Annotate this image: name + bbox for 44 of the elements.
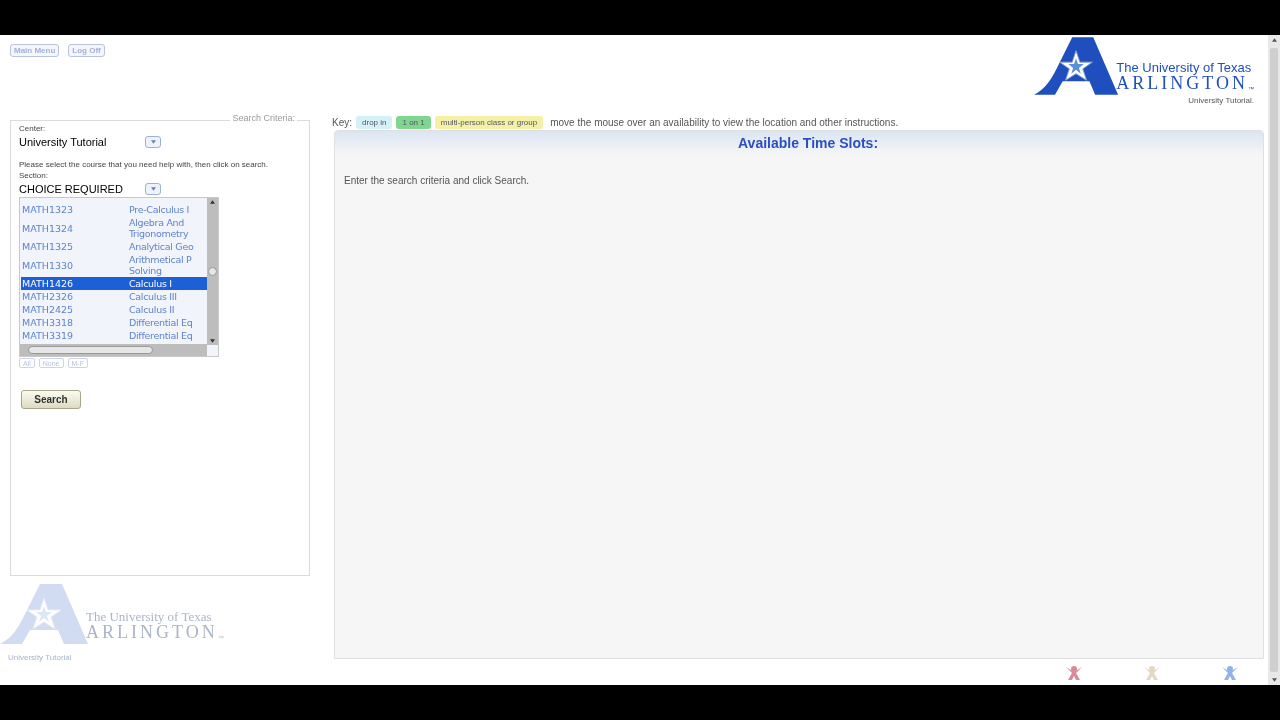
course-option[interactable]: MATH1325 Analytical Geo: [21, 240, 207, 253]
fieldset-legend: Search Criteria:: [230, 114, 297, 123]
legend-tag: drop in: [356, 115, 393, 129]
logo-title: The University of Texas: [86, 610, 213, 623]
center-select[interactable]: University Tutorial: [19, 134, 161, 150]
instructions-text: Please select the course that you need help with, then click on search.: [19, 160, 270, 169]
legend-tag: multi-person class or group: [434, 115, 544, 129]
dropdown-caret-icon: [145, 183, 161, 195]
logo-wordmark: ARLINGTON: [86, 623, 218, 641]
scroll-down-icon[interactable]: [1271, 678, 1277, 682]
logo-subtitle: University Tutorial.: [1188, 95, 1254, 107]
course-option[interactable]: MATH1426 Calculus I: [21, 277, 207, 290]
course-option[interactable]: MATH2425 Calculus II: [21, 303, 207, 316]
logo-title: The University of Texas: [1116, 61, 1253, 74]
course-listbox[interactable]: [19, 197, 219, 357]
scroll-thumb[interactable]: [208, 267, 217, 276]
section-select[interactable]: CHOICE REQUIRED: [19, 181, 161, 197]
key-hint: move the mouse over an availability to view the location and other instructions.: [550, 115, 899, 130]
key-label: Key:: [332, 115, 352, 130]
section-label: Section:: [19, 172, 49, 180]
nav-button[interactable]: Main Menu: [10, 44, 60, 57]
page-scrollbar[interactable]: [1268, 35, 1280, 685]
scroll-thumb[interactable]: [1270, 48, 1278, 672]
course-option[interactable]: MATH1324 Algebra And Trigonometry: [21, 216, 207, 240]
vertical-scrollbar[interactable]: [207, 198, 218, 345]
scroll-down-icon[interactable]: [210, 339, 215, 343]
course-option[interactable]: MATH2326 Calculus III: [21, 290, 207, 303]
panel-title: Available Time Slots:: [738, 133, 879, 153]
scroll-up-icon[interactable]: [1271, 38, 1277, 42]
course-option[interactable]: MATH3319 Differential Eq: [21, 329, 207, 342]
legend-tag: 1 on 1: [396, 115, 431, 129]
search-button[interactable]: Search: [21, 390, 81, 409]
nav-button[interactable]: Log Off: [68, 44, 105, 57]
dropdown-caret-icon: [145, 136, 161, 148]
logo-wordmark: ARLINGTON: [1116, 74, 1248, 92]
course-option[interactable]: MATH1330 Arithmetical P Solving: [21, 253, 207, 277]
horizontal-scrollbar[interactable]: [20, 344, 207, 356]
logo-subtitle: University Tutorial: [8, 652, 72, 664]
scroll-thumb[interactable]: [28, 346, 153, 354]
course-option[interactable]: MATH1323 Pre-Calculus I: [21, 203, 207, 216]
results-message: Enter the search criteria and click Search.: [344, 174, 531, 188]
course-option[interactable]: MATH3318 Differential Eq: [21, 316, 207, 329]
scroll-up-icon[interactable]: [210, 200, 215, 204]
center-label: Center:: [19, 125, 47, 133]
